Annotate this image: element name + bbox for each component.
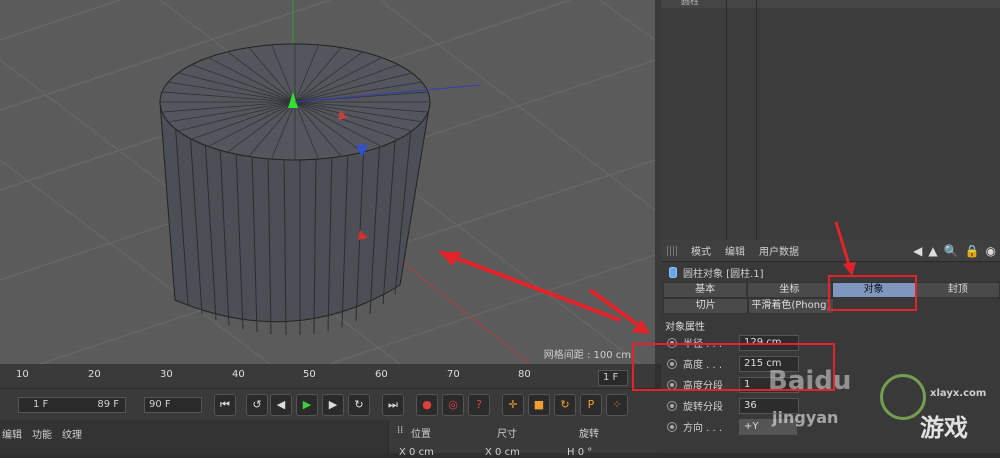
next-frame-icon[interactable]: ▶	[322, 394, 344, 416]
menu-edit[interactable]: 编辑	[725, 243, 745, 258]
timeline-tick: 30	[160, 369, 173, 380]
play-icon[interactable]: ▶	[296, 394, 318, 416]
timeline-tick: 70	[447, 369, 460, 380]
start-frame: 1 F	[33, 398, 48, 412]
current-frame-field[interactable]: 1 F	[598, 370, 628, 386]
tab-basic[interactable]: 基本	[663, 282, 747, 298]
timeline-tick: 10	[16, 369, 29, 380]
coord-rotation-header: 旋转	[579, 425, 599, 440]
target-icon[interactable]: ◉	[986, 244, 996, 258]
tab-slice[interactable]: 切片	[663, 298, 748, 314]
baidu-watermark: Baidu	[768, 366, 851, 396]
pla-key-icon[interactable]: ⁘	[606, 394, 628, 416]
attribute-toolbar: ◀ ▲ 🔍 🔒 ◉	[913, 244, 1000, 258]
autokey-icon[interactable]: ◎	[442, 394, 464, 416]
viewport-scene	[0, 0, 655, 364]
timeline-tick: 20	[88, 369, 101, 380]
param-key-icon[interactable]: P	[580, 394, 602, 416]
tab-coord[interactable]: 坐标	[747, 282, 831, 298]
radio-icon[interactable]	[667, 401, 677, 411]
move-key-icon[interactable]: ✛	[502, 394, 524, 416]
object-tags-column	[727, 0, 757, 240]
next-key-icon[interactable]: ↻	[348, 394, 370, 416]
prev-key-icon[interactable]: ↺	[246, 394, 268, 416]
menu-edit[interactable]: 编辑	[2, 426, 22, 441]
search-icon[interactable]: 🔍	[944, 244, 959, 258]
tab-phong[interactable]: 平滑着色(Phong)	[748, 298, 833, 314]
arrow-annotation	[830, 220, 860, 280]
menu-userdata[interactable]: 用户数据	[759, 243, 799, 258]
object-item-label[interactable]: 圆柱	[681, 0, 699, 7]
back-arrow-icon[interactable]: ◀	[913, 244, 922, 258]
grip-icon: ⁞⁞	[397, 425, 403, 436]
transport-bar: 1 F 89 F 90 F ⏮ ↺ ◀ ▶ ▶ ↻ ⏭ ● ◎ ? ✛ ■ ↻ …	[0, 388, 661, 420]
coordinate-manager: ⁞⁞ 位置 尺寸 旋转 X 0 cm X 0 cm H 0 °	[388, 420, 661, 453]
prev-frame-icon[interactable]: ◀	[270, 394, 292, 416]
grip-icon[interactable]	[667, 246, 677, 256]
goto-start-icon[interactable]: ⏮	[214, 394, 236, 416]
grid-spacing-label: 网格间距 : 100 cm	[544, 346, 631, 361]
end-frame: 89 F	[97, 398, 119, 412]
frame-range-slider[interactable]: 1 F 89 F	[18, 397, 126, 413]
3d-viewport[interactable]: 网格间距 : 100 cm	[0, 0, 655, 364]
logo-icon	[880, 374, 926, 420]
coord-position-header: 位置	[411, 425, 431, 440]
timeline-tick: 60	[375, 369, 388, 380]
prop-label: 方向 . . .	[683, 419, 733, 434]
object-manager[interactable]: 圆柱	[661, 0, 1000, 240]
highlight-object-tab	[828, 275, 917, 311]
help-icon[interactable]: ?	[468, 394, 490, 416]
game-watermark: 游戏	[920, 408, 968, 443]
prop-label: 旋转分段	[683, 398, 733, 413]
jingyan-watermark: jingyan	[772, 408, 838, 427]
timeline-tick: 50	[303, 369, 316, 380]
up-arrow-icon[interactable]: ▲	[928, 244, 937, 258]
site-watermark: xlayx.com	[930, 388, 986, 399]
rotate-key-icon[interactable]: ↻	[554, 394, 576, 416]
timeline-tick: 80	[518, 369, 531, 380]
section-title: 对象属性	[661, 314, 1000, 332]
radio-icon[interactable]	[667, 422, 677, 432]
timeline-ruler[interactable]: 10 20 30 40 50 60 70 80	[0, 364, 655, 388]
menu-mode[interactable]: 模式	[691, 243, 711, 258]
max-frame-field[interactable]: 90 F	[144, 397, 202, 413]
lock-icon[interactable]: 🔒	[965, 244, 980, 258]
coord-size-header: 尺寸	[497, 425, 517, 440]
material-menu: 编辑 功能 纹理	[0, 426, 82, 441]
object-name-column: 圆柱	[661, 0, 727, 240]
record-icon[interactable]: ●	[416, 394, 438, 416]
object-title: 圆柱对象 [圆柱.1]	[683, 265, 764, 280]
menu-texture[interactable]: 纹理	[62, 426, 82, 441]
menu-function[interactable]: 功能	[32, 426, 52, 441]
timeline-tick: 40	[232, 369, 245, 380]
tab-caps[interactable]: 封顶	[916, 282, 1000, 298]
goto-end-icon[interactable]: ⏭	[382, 394, 404, 416]
scale-key-icon[interactable]: ■	[528, 394, 550, 416]
cylinder-icon	[669, 267, 677, 278]
